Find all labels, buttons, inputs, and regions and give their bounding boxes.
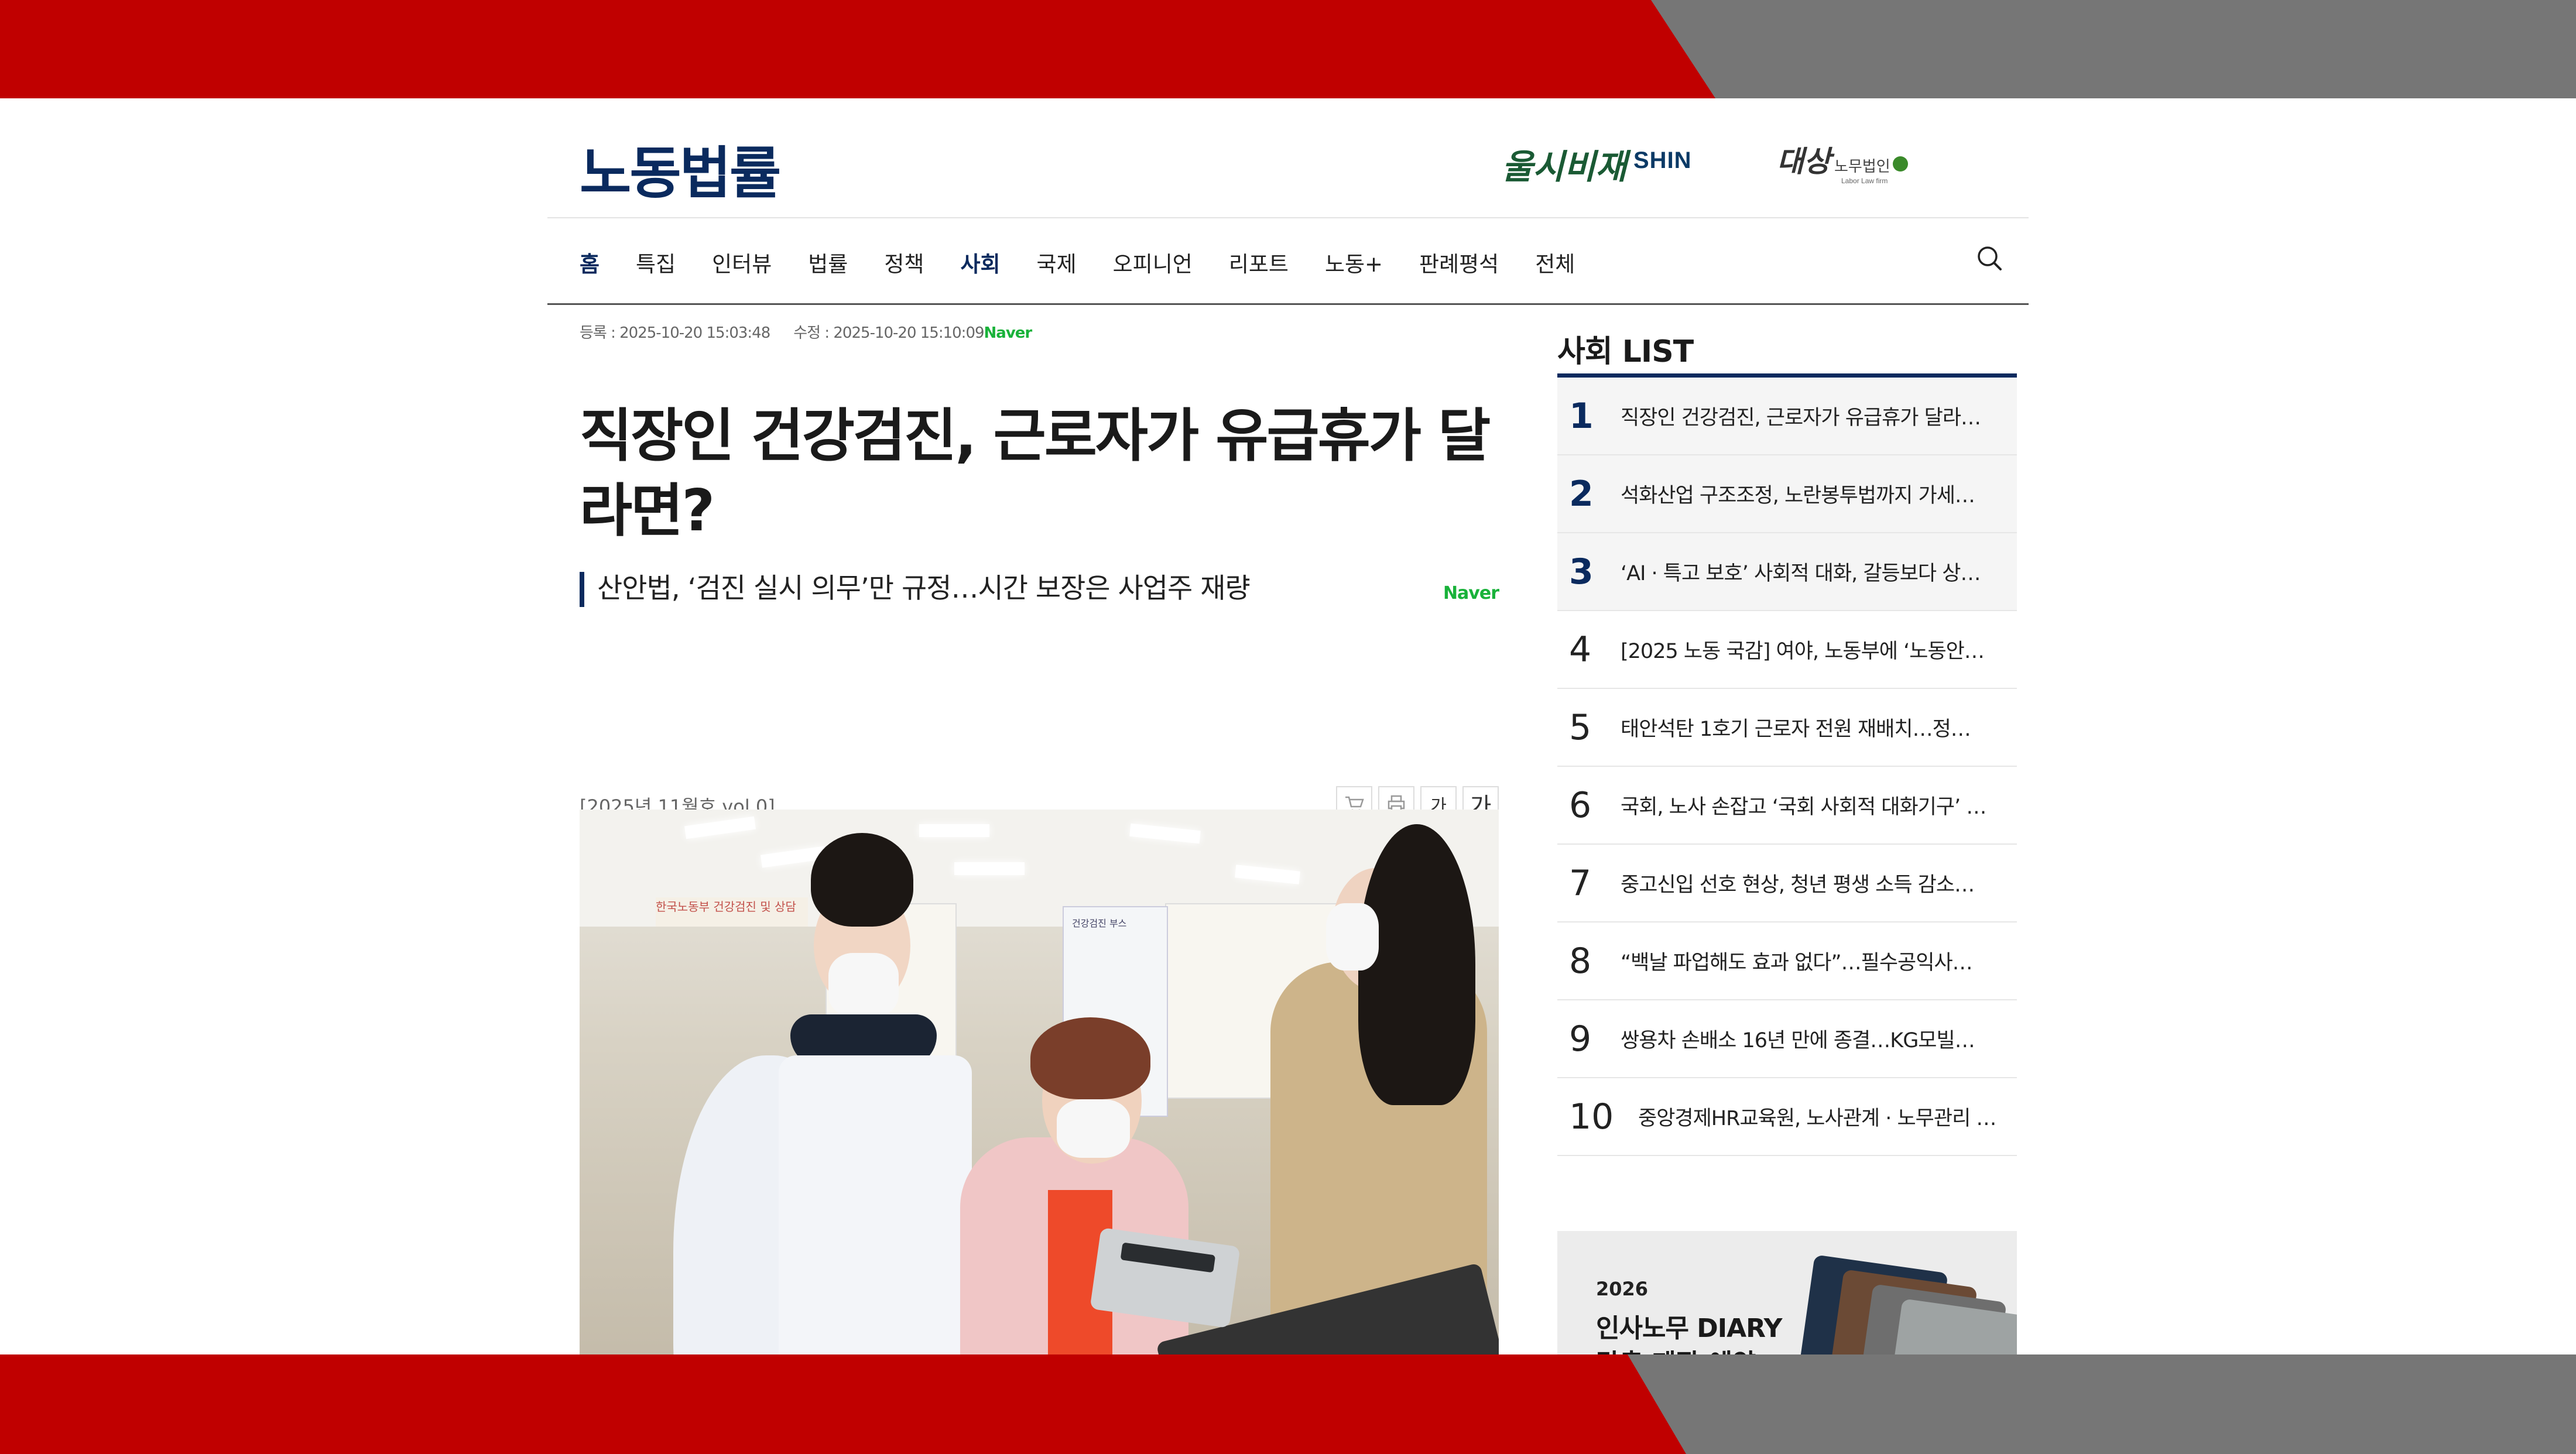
- photo-banner: 한국노동부 건강검진 및 상담: [656, 897, 808, 927]
- registered-date: 등록 : 2025-10-20 15:03:48: [580, 324, 770, 342]
- list-item-text[interactable]: 중앙경제HR교육원, 노사관계 · 노무관리 …: [1638, 1102, 1996, 1131]
- list-item-text[interactable]: [2025 노동 국감] 여야, 노동부에 ‘노동안…: [1621, 635, 1984, 664]
- top-banner-red: [0, 0, 1715, 98]
- photo-light: [954, 862, 1025, 875]
- article: 등록 : 2025-10-20 15:03:48 수정 : 2025-10-20 …: [580, 321, 1499, 867]
- list-item[interactable]: 4 [2025 노동 국감] 여야, 노동부에 ‘노동안…: [1557, 611, 2017, 689]
- list-item-number: 6: [1569, 784, 1592, 826]
- tree-icon: [1892, 156, 1908, 172]
- sponsor-logo-3-tagline: Labor Law firm: [1841, 177, 1888, 185]
- diary-ad[interactable]: 2026 인사노무 DIARY 맞춤 제작 예약: [1557, 1231, 2017, 1354]
- page: 노동법률 울시비재 SHIN 대상 노무법인 Labor Law firm 홈 특…: [547, 98, 2029, 1354]
- sponsor-logo-1[interactable]: 울시비재: [1502, 139, 1626, 188]
- list-item-number: 3: [1569, 551, 1594, 592]
- sponsor-logo-3[interactable]: 대상 노무법인 Labor Law firm: [1777, 138, 1908, 185]
- list-item-number: 7: [1569, 862, 1592, 904]
- main-nav: 홈 특집 인터뷰 법률 정책 사회 국제 오피니언 리포트 노동+ 판례평석 전…: [547, 217, 2029, 305]
- site-logo[interactable]: 노동법률: [580, 128, 781, 209]
- modified-date: 수정 : 2025-10-20 15:10:09: [793, 324, 984, 342]
- article-subtitle: 산안법, ‘검진 실시 의무’만 규정…시간 보장은 사업주 재량 Naver: [580, 572, 1499, 607]
- list-item[interactable]: 2 석화산업 구조조정, 노란봉투법까지 가세…: [1557, 455, 2017, 533]
- photo-blouse: [779, 1055, 972, 1354]
- list-item[interactable]: 7 중고신입 선호 현상, 청년 평생 소득 감소…: [1557, 845, 2017, 923]
- naver-badge[interactable]: Naver: [1443, 577, 1499, 611]
- ad-title: 인사노무 DIARY: [1596, 1314, 1783, 1343]
- article-title: 직장인 건강검진, 근로자가 유급휴가 달라면?: [580, 403, 1491, 544]
- nav-item-feature[interactable]: 특집: [636, 246, 676, 278]
- list-item-number: 2: [1569, 473, 1594, 515]
- photo-light: [919, 824, 989, 837]
- sidebar: 사회 LIST 1 직장인 건강검진, 근로자가 유급휴가 달라… 2 석화산업 구…: [1557, 327, 2017, 1156]
- nav-item-interview[interactable]: 인터뷰: [712, 246, 772, 278]
- nav-item-opinion[interactable]: 오피니언: [1113, 246, 1193, 278]
- list-item[interactable]: 8 “백날 파업해도 효과 없다”…필수공익사…: [1557, 923, 2017, 1000]
- naver-link[interactable]: Naver: [984, 324, 1033, 342]
- list-item[interactable]: 1 직장인 건강검진, 근로자가 유급휴가 달라…: [1557, 378, 2017, 455]
- list-item-text[interactable]: 직장인 건강검진, 근로자가 유급휴가 달라…: [1621, 401, 1981, 431]
- nav-item-report[interactable]: 리포트: [1229, 246, 1289, 278]
- list-item-text[interactable]: 태안석탄 1호기 근로자 전원 재배치…정…: [1621, 712, 1971, 742]
- list-item-number: 8: [1569, 940, 1592, 982]
- sponsor-logo-2[interactable]: SHIN: [1633, 148, 1692, 174]
- nav-item-international[interactable]: 국제: [1037, 246, 1077, 278]
- subtitle-text: 산안법, ‘검진 실시 의무’만 규정…시간 보장은 사업주 재량: [597, 572, 1251, 605]
- nav-item-labor-plus[interactable]: 노동+: [1325, 246, 1383, 278]
- nav-item-all[interactable]: 전체: [1535, 246, 1575, 278]
- bottom-banner-red: [0, 1354, 1686, 1454]
- sponsor-logo-3-name: 대상: [1777, 145, 1831, 178]
- list-item[interactable]: 9 쌍용차 손배소 16년 만에 종결…KG모빌…: [1557, 1000, 2017, 1078]
- list-item-text[interactable]: ‘AI · 특고 보호’ 사회적 대화, 갈등보다 상…: [1621, 557, 1980, 587]
- nav-item-society[interactable]: 사회: [960, 246, 1000, 278]
- list-item-text[interactable]: 쌍용차 손배소 16년 만에 종결…KG모빌…: [1621, 1024, 1975, 1054]
- list-item-text[interactable]: 석화산업 구조조정, 노란봉투법까지 가세…: [1621, 479, 1975, 509]
- list-item-number: 1: [1569, 395, 1594, 437]
- sidebar-title: 사회 LIST: [1557, 327, 2017, 378]
- sponsor-logo-3-suffix: 노무법인: [1834, 157, 1890, 175]
- list-item-number: 9: [1569, 1018, 1592, 1059]
- ad-subtitle: 맞춤 제작 예약: [1596, 1342, 1756, 1354]
- article-dates: 등록 : 2025-10-20 15:03:48 수정 : 2025-10-20 …: [580, 321, 1499, 342]
- list-item-text[interactable]: 국회, 노사 손잡고 ‘국회 사회적 대화기구’ …: [1621, 790, 1986, 820]
- photo-mask-middle: [1057, 1099, 1130, 1158]
- photo-hair-right: [1358, 824, 1475, 1105]
- list-item-text[interactable]: 중고신입 선호 현상, 청년 평생 소득 감소…: [1621, 868, 1974, 898]
- list-item-number: 10: [1569, 1096, 1614, 1137]
- nav-item-policy[interactable]: 정책: [884, 246, 924, 278]
- top-banner: [0, 0, 2576, 98]
- nav-item-law[interactable]: 법률: [808, 246, 848, 278]
- ad-year: 2026: [1596, 1278, 1649, 1300]
- nav-item-case-review[interactable]: 판례평석: [1419, 246, 1499, 278]
- search-icon[interactable]: [1976, 245, 2002, 271]
- list-item-number: 4: [1569, 629, 1592, 670]
- list-item[interactable]: 5 태안석탄 1호기 근로자 전원 재배치…정…: [1557, 689, 2017, 767]
- photo-mask-left: [828, 953, 899, 1017]
- list-item-number: 5: [1569, 707, 1592, 748]
- photo-hair-middle: [1030, 1017, 1150, 1099]
- bottom-banner: [0, 1354, 2576, 1454]
- list-item[interactable]: 3 ‘AI · 특고 보호’ 사회적 대화, 갈등보다 상…: [1557, 533, 2017, 611]
- article-photo: 한국노동부 건강검진 및 상담 건강검진 부스: [580, 810, 1499, 1354]
- nav-item-home[interactable]: 홈: [580, 246, 600, 278]
- list-item[interactable]: 10 중앙경제HR교육원, 노사관계 · 노무관리 …: [1557, 1078, 2017, 1156]
- photo-hair-left: [811, 833, 913, 927]
- list-item[interactable]: 6 국회, 노사 손잡고 ‘국회 사회적 대화기구’ …: [1557, 767, 2017, 845]
- photo-mask-right: [1326, 903, 1379, 971]
- list-item-text[interactable]: “백날 파업해도 효과 없다”…필수공익사…: [1621, 946, 1972, 976]
